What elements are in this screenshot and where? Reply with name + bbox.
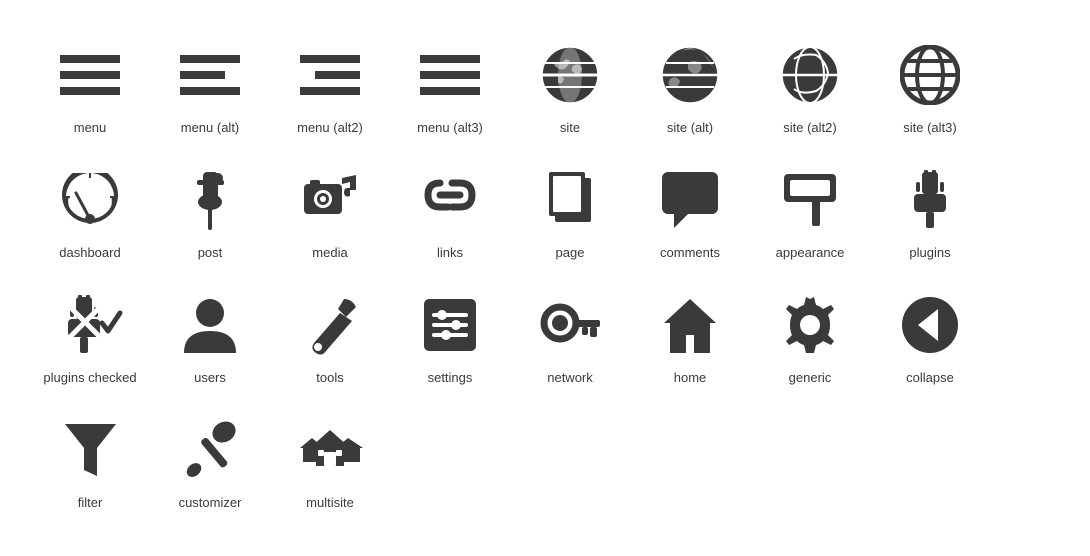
site-alt3-label: site (alt3) [903,120,956,135]
generic-label: generic [789,370,832,385]
site-alt2-icon [775,40,845,110]
media-icon [295,165,365,235]
media-label: media [312,245,347,260]
menu-icon [55,40,125,110]
multisite-label: multisite [306,495,354,510]
site-label: site [560,120,580,135]
collapse-icon [895,290,965,360]
settings-icon [415,290,485,360]
home-label: home [674,370,707,385]
icon-cell-collapse: collapse [870,270,990,395]
collapse-label: collapse [906,370,954,385]
icon-cell-menu-alt: menu (alt) [150,20,270,145]
users-label: users [194,370,226,385]
site-alt-icon [655,40,725,110]
icon-cell-page: page [510,145,630,270]
post-icon [175,165,245,235]
customizer-label: customizer [179,495,242,510]
icon-grid: menu menu (alt) menu (alt2) [0,0,1090,540]
menu-alt-icon [175,40,245,110]
icon-cell-comments: comments [630,145,750,270]
links-label: links [437,245,463,260]
comments-label: comments [660,245,720,260]
menu-alt3-icon [415,40,485,110]
icon-cell-dashboard: dashboard [30,145,150,270]
icon-cell-post: post [150,145,270,270]
icon-cell-plugins-checked: plugins checked [30,270,150,395]
customizer-icon [175,415,245,485]
page-icon [535,165,605,235]
post-label: post [198,245,223,260]
plugins-label: plugins [909,245,950,260]
icon-cell-menu: menu [30,20,150,145]
tools-label: tools [316,370,343,385]
icon-cell-site-alt2: site (alt2) [750,20,870,145]
dashboard-icon [55,165,125,235]
links-icon [415,165,485,235]
icon-cell-tools: tools [270,270,390,395]
icon-cell-settings: settings [390,270,510,395]
dashboard-label: dashboard [59,245,120,260]
icon-cell-media: media [270,145,390,270]
filter-icon [55,415,125,485]
users-icon [175,290,245,360]
multisite-icon [295,415,365,485]
icon-cell-menu-alt2: menu (alt2) [270,20,390,145]
site-icon [535,40,605,110]
icon-cell-multisite: multisite [270,395,390,520]
menu-alt3-label: menu (alt3) [417,120,483,135]
icon-cell-plugins: plugins [870,145,990,270]
icon-cell-filter: filter [30,395,150,520]
plugins-icon [895,165,965,235]
network-icon [535,290,605,360]
icon-cell-users: users [150,270,270,395]
plugins-checked-icon [55,290,125,360]
icon-cell-home: home [630,270,750,395]
icon-cell-appearance: appearance [750,145,870,270]
home-icon [655,290,725,360]
icon-cell-site-alt3: site (alt3) [870,20,990,145]
page-label: page [556,245,585,260]
comments-icon [655,165,725,235]
menu-label: menu [74,120,107,135]
site-alt2-label: site (alt2) [783,120,836,135]
menu-alt2-label: menu (alt2) [297,120,363,135]
menu-alt2-icon [295,40,365,110]
site-alt3-icon [895,40,965,110]
appearance-icon [775,165,845,235]
icon-cell-customizer: customizer [150,395,270,520]
icon-cell-menu-alt3: menu (alt3) [390,20,510,145]
icon-cell-generic: generic [750,270,870,395]
icon-cell-network: network [510,270,630,395]
icon-cell-links: links [390,145,510,270]
appearance-label: appearance [776,245,845,260]
icon-cell-site-alt: site (alt) [630,20,750,145]
settings-label: settings [428,370,473,385]
plugins-checked-label: plugins checked [43,370,136,385]
menu-alt-label: menu (alt) [181,120,240,135]
site-alt-label: site (alt) [667,120,713,135]
filter-label: filter [78,495,103,510]
network-label: network [547,370,593,385]
generic-icon [775,290,845,360]
tools-icon [295,290,365,360]
icon-cell-site: site [510,20,630,145]
